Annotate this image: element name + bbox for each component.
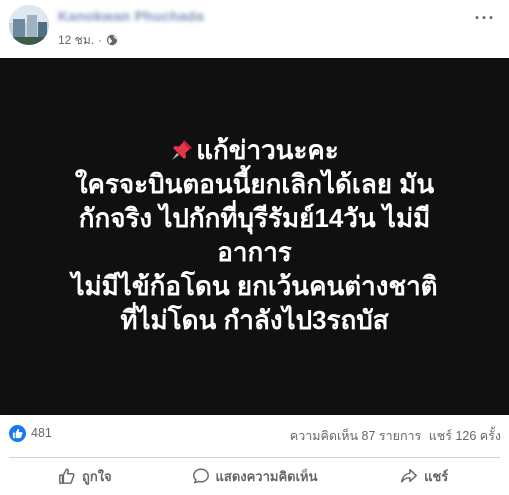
facebook-post: Kanokwan Phuchada 12 ชม. · ··· แก้ข่าวนะ… xyxy=(0,0,509,495)
reaction-count[interactable]: 481 xyxy=(31,426,52,440)
share-button[interactable]: แชร์ xyxy=(339,461,509,491)
author-name[interactable]: Kanokwan Phuchada xyxy=(58,8,204,24)
comment-count[interactable]: ความคิดเห็น 87 รายการ xyxy=(290,429,421,443)
more-dots-icon: ··· xyxy=(474,7,496,28)
post-line: ที่ไม่โดน กำลังไป3รถบัส xyxy=(120,305,389,335)
post-line: กักจริง ไปกักที่บุรีรัมย์14วัน ไม่มี xyxy=(78,203,431,233)
post-line: แก้ข่าวนะคะ xyxy=(20,133,490,167)
post-line: ใครจะบินตอนนี้ยกเลิกได้เลย มัน xyxy=(74,169,435,199)
share-label: แชร์ xyxy=(424,468,449,484)
post-line: อาการ xyxy=(217,237,292,267)
more-options-button[interactable]: ··· xyxy=(471,4,499,32)
globe-icon[interactable] xyxy=(106,34,118,46)
like-reaction-icon[interactable] xyxy=(9,425,26,442)
comment-button[interactable]: แสดงความคิดเห็น xyxy=(170,461,340,491)
thumbs-up-icon xyxy=(59,468,75,484)
share-count[interactable]: แชร์ 126 ครั้ง xyxy=(429,429,501,443)
comment-label: แสดงความคิดเห็น xyxy=(215,468,318,484)
reaction-stats: 481 ความคิดเห็น 87 รายการ แชร์ 126 ครั้ง xyxy=(0,422,509,444)
like-button[interactable]: ถูกใจ xyxy=(0,461,170,491)
post-text: แก้ข่าวนะคะ ใครจะบินตอนนี้ยกเลิกได้เลย ม… xyxy=(20,133,490,337)
like-label: ถูกใจ xyxy=(81,468,112,484)
timestamp[interactable]: 12 ชม. xyxy=(58,31,94,50)
meta-separator: · xyxy=(98,33,103,47)
post-actions: ถูกใจ แสดงความคิดเห็น แชร์ xyxy=(0,461,509,491)
post-text-card: แก้ข่าวนะคะ ใครจะบินตอนนี้ยกเลิกได้เลย ม… xyxy=(0,58,509,415)
avatar[interactable] xyxy=(9,5,49,45)
post-line-text: แก้ข่าวนะคะ xyxy=(196,135,339,165)
engagement-counts: ความคิดเห็น 87 รายการ แชร์ 126 ครั้ง xyxy=(286,426,501,446)
comment-icon xyxy=(192,468,209,484)
share-arrow-icon xyxy=(401,468,417,483)
post-header: Kanokwan Phuchada 12 ชม. · ··· xyxy=(0,0,509,58)
post-meta: 12 ชม. · xyxy=(58,32,118,48)
post-line: ไม่มีไข้ก้อโดน ยกเว้นคนต่างชาติ xyxy=(71,271,438,301)
divider xyxy=(9,457,500,458)
pushpin-icon xyxy=(170,136,194,160)
